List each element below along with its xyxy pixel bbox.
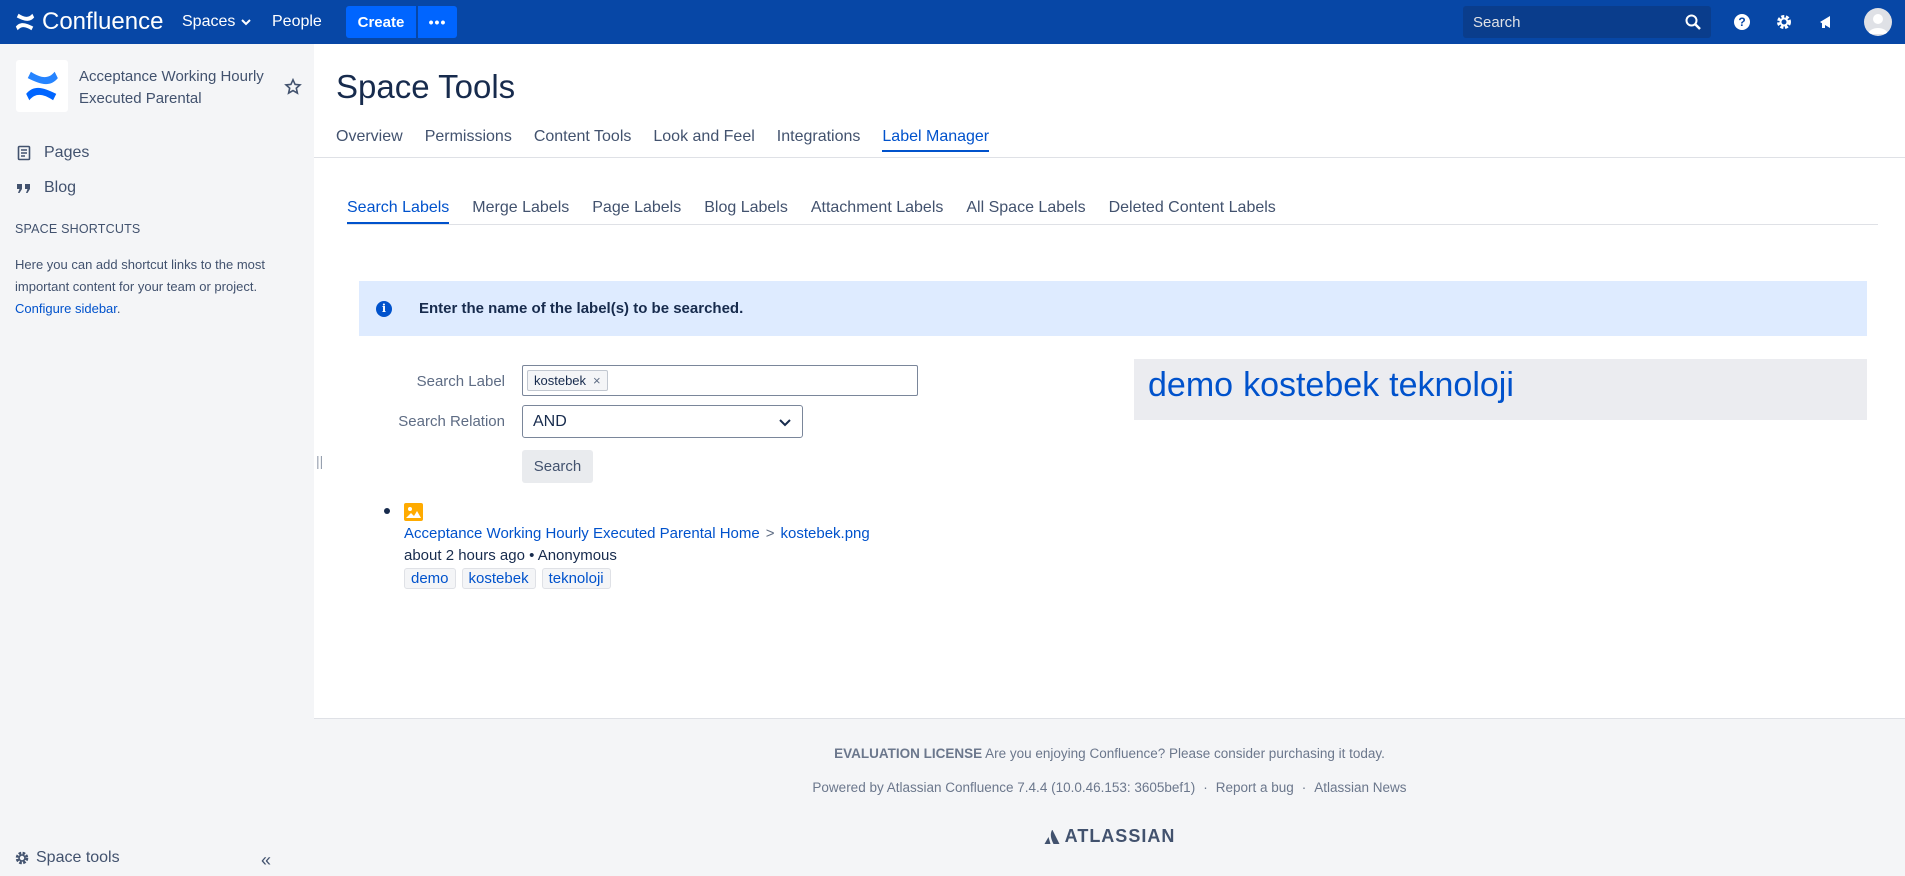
space-tools-label: Space tools <box>36 849 120 866</box>
space-logo[interactable] <box>16 60 68 112</box>
tabs-divider <box>314 157 1905 158</box>
cloud-label-demo[interactable]: demo <box>1148 366 1233 413</box>
tab-overview[interactable]: Overview <box>336 128 403 152</box>
result-label-demo[interactable]: demo <box>404 568 456 589</box>
label-manager-subtabs: Search Labels Merge Labels Page Labels B… <box>347 199 1276 224</box>
tab-integrations[interactable]: Integrations <box>777 128 861 152</box>
sidebar-item-pages[interactable]: Pages <box>16 144 89 162</box>
collapse-sidebar-icon[interactable]: « <box>261 850 271 871</box>
space-logo-icon <box>26 71 58 101</box>
page-title: Space Tools <box>336 68 516 105</box>
space-shortcuts-help: Here you can add shortcut links to the m… <box>15 254 300 320</box>
create-more-button[interactable]: ••• <box>418 6 457 38</box>
space-shortcuts-heading: SPACE SHORTCUTS <box>15 222 141 236</box>
search-label-label: Search Label <box>416 373 505 390</box>
tab-look-and-feel[interactable]: Look and Feel <box>653 128 754 152</box>
list-bullet <box>384 508 390 514</box>
result-breadcrumb: Acceptance Working Hourly Executed Paren… <box>404 525 870 542</box>
space-tools-tabs: Overview Permissions Content Tools Look … <box>336 128 990 152</box>
subtab-attachment-labels[interactable]: Attachment Labels <box>811 199 944 224</box>
chevron-down-icon <box>779 418 791 426</box>
subtab-all-space-labels[interactable]: All Space Labels <box>966 199 1085 224</box>
label-chip: kostebek × <box>527 370 608 391</box>
subtab-deleted-content-labels[interactable]: Deleted Content Labels <box>1109 199 1276 224</box>
license-text: Are you enjoying Confluence? Please cons… <box>982 746 1385 761</box>
report-bug-link[interactable]: Report a bug <box>1216 780 1294 795</box>
image-attachment-icon <box>404 503 423 521</box>
sidebar-resize-handle[interactable]: || <box>316 453 323 469</box>
license-label: EVALUATION LICENSE <box>834 746 983 761</box>
tab-permissions[interactable]: Permissions <box>425 128 512 152</box>
svg-text:?: ? <box>1738 15 1745 29</box>
cloud-label-teknoloji[interactable]: teknoloji <box>1389 366 1514 413</box>
spaces-label: Spaces <box>182 13 236 30</box>
confluence-logo-icon <box>15 13 35 31</box>
info-message: i Enter the name of the label(s) to be s… <box>359 281 1867 336</box>
breadcrumb-separator: > <box>765 525 775 542</box>
result-labels: demo kostebek teknoloji <box>404 568 611 589</box>
footer: EVALUATION LICENSE Are you enjoying Conf… <box>314 718 1905 876</box>
label-chip-text: kostebek <box>534 373 587 388</box>
space-shortcuts-text: Here you can add shortcut links to the m… <box>15 257 266 294</box>
chevron-down-icon <box>241 19 252 26</box>
search-button[interactable]: Search <box>522 450 593 483</box>
search-relation-value: AND <box>533 412 567 430</box>
cloud-label-kostebek[interactable]: kostebek <box>1243 366 1379 413</box>
result-label-teknoloji[interactable]: teknoloji <box>541 568 611 589</box>
label-cloud: demo kostebek teknoloji <box>1134 359 1867 420</box>
tab-content-tools[interactable]: Content Tools <box>534 128 632 152</box>
evaluation-license-notice: EVALUATION LICENSE Are you enjoying Conf… <box>314 746 1905 761</box>
powered-by-link[interactable]: Powered by Atlassian Confluence 7.4.4 (1… <box>812 780 1195 795</box>
space-tools-button[interactable]: Space tools <box>14 849 120 867</box>
subtab-blog-labels[interactable]: Blog Labels <box>704 199 788 224</box>
tab-label-manager[interactable]: Label Manager <box>882 128 990 152</box>
sidebar-item-label: Pages <box>44 144 90 161</box>
create-button[interactable]: Create <box>346 6 416 38</box>
search-input[interactable]: Search <box>1463 6 1711 38</box>
remove-chip-icon[interactable]: × <box>593 373 601 388</box>
configure-sidebar-link[interactable]: Configure sidebar <box>15 301 117 316</box>
subtab-merge-labels[interactable]: Merge Labels <box>472 199 569 224</box>
space-sidebar: Acceptance Working Hourly Executed Paren… <box>0 44 314 876</box>
subtab-page-labels[interactable]: Page Labels <box>592 199 681 224</box>
blog-quote-icon <box>17 184 30 193</box>
result-file-link[interactable]: kostebek.png <box>781 525 870 542</box>
space-name[interactable]: Acceptance Working Hourly Executed Paren… <box>79 66 279 110</box>
atlassian-logo-icon <box>1044 829 1060 844</box>
gear-icon <box>15 851 29 865</box>
result-parent-link[interactable]: Acceptance Working Hourly Executed Paren… <box>404 525 760 542</box>
search-relation-select[interactable]: AND <box>522 405 803 438</box>
info-message-text: Enter the name of the label(s) to be sea… <box>419 300 744 317</box>
app-name: Confluence <box>42 8 164 35</box>
notifications-megaphone-icon[interactable] <box>1815 11 1837 33</box>
people-link[interactable]: People <box>272 13 322 31</box>
sidebar-item-label: Blog <box>44 179 77 196</box>
result-meta: about 2 hours ago • Anonymous <box>404 547 617 564</box>
info-icon: i <box>376 300 392 317</box>
confluence-logo[interactable]: Confluence <box>14 8 163 36</box>
footer-links: Powered by Atlassian Confluence 7.4.4 (1… <box>812 780 1407 795</box>
search-relation-label: Search Relation <box>398 413 505 430</box>
atlassian-news-link[interactable]: Atlassian News <box>1314 780 1406 795</box>
top-navigation-bar: Confluence Spaces People Create ••• Sear… <box>0 0 1905 44</box>
settings-gear-icon[interactable] <box>1773 11 1795 33</box>
sidebar-item-blog[interactable]: Blog <box>16 179 76 197</box>
subtab-search-labels[interactable]: Search Labels <box>347 199 450 224</box>
user-avatar[interactable] <box>1864 8 1892 36</box>
atlassian-logo[interactable]: ATLASSIAN <box>314 826 1905 847</box>
search-icon <box>1685 14 1701 30</box>
help-icon[interactable]: ? <box>1731 11 1753 33</box>
pages-icon <box>17 145 31 161</box>
star-icon[interactable] <box>284 77 302 99</box>
subtabs-divider <box>347 224 1878 225</box>
search-label-input[interactable]: kostebek × <box>522 365 918 396</box>
atlassian-brand: ATLASSIAN <box>1064 826 1176 846</box>
configure-suffix: . <box>116 301 121 316</box>
spaces-menu[interactable]: Spaces <box>182 13 252 31</box>
result-label-kostebek[interactable]: kostebek <box>461 568 536 589</box>
search-placeholder: Search <box>1473 13 1521 31</box>
